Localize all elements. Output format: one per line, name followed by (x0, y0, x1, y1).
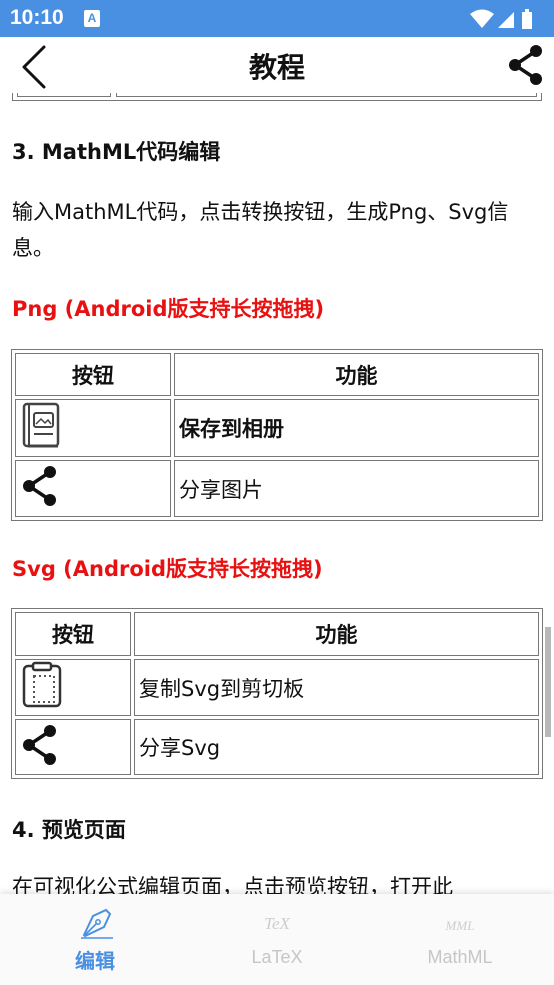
nav-tab-edit[interactable]: 编辑 (3, 894, 187, 985)
status-bar: 10:10 A (0, 0, 554, 37)
section-paragraph-preview: 在可视化公式编辑页面，点击预览按钮，打开此 (12, 875, 453, 894)
previous-table-bottom (12, 93, 542, 101)
wifi-icon (470, 9, 494, 28)
clipboard-icon[interactable] (20, 661, 64, 709)
share-button[interactable] (506, 43, 546, 87)
table-row: 分享Svg (15, 719, 539, 775)
svg-button-cell (15, 719, 131, 775)
share-icon (509, 45, 542, 85)
svg-function-copy: 复制Svg到剪切板 (134, 659, 539, 716)
status-icons (470, 9, 532, 29)
svg-header-function: 功能 (134, 612, 539, 656)
tex-icon: TeX (264, 914, 290, 933)
png-function-share: 分享图片 (174, 460, 539, 517)
share-icon[interactable] (20, 723, 60, 767)
tutorial-content[interactable]: 3. MathML代码编辑 输入MathML代码，点击转换按钮，生成Png、Sv… (0, 93, 554, 894)
png-button-cell (15, 399, 171, 457)
svg-header-button: 按钮 (15, 612, 131, 656)
section-heading-mathml-edit: 3. MathML代码编辑 (12, 140, 221, 164)
png-header-function: 功能 (174, 353, 539, 396)
nav-tab-mathml[interactable]: MML MathML (368, 894, 552, 985)
png-header-button: 按钮 (15, 353, 171, 396)
svg-table: 按钮 功能 复制Svg到剪切板 分享Svg (11, 608, 543, 779)
app-bar: 教程 (0, 37, 554, 93)
png-heading: Png (Android版支持长按拖拽) (12, 297, 325, 321)
nav-tab-latex[interactable]: TeX LaTeX (185, 894, 369, 985)
page-title: 教程 (248, 51, 305, 84)
table-row: 复制Svg到剪切板 (15, 659, 539, 716)
nav-label-mathml: MathML (427, 947, 493, 967)
status-time: 10:10 (10, 6, 64, 29)
svg-button-cell (15, 659, 131, 716)
signal-icon (498, 12, 514, 28)
png-table: 按钮 功能 保存到相册 分享图片 (11, 349, 543, 521)
pen-nib-icon (81, 908, 113, 939)
notification-icon: A (84, 10, 100, 27)
mml-icon: MML (445, 918, 475, 933)
share-icon[interactable] (20, 464, 60, 508)
svg-heading: Svg (Android版支持长按拖拽) (12, 557, 323, 581)
album-book-icon[interactable] (20, 401, 64, 451)
png-button-cell (15, 460, 171, 517)
section-heading-preview: 4. 预览页面 (12, 818, 126, 842)
svg-function-share: 分享Svg (134, 719, 539, 775)
png-function-save: 保存到相册 (174, 399, 539, 457)
nav-label-edit: 编辑 (75, 951, 115, 973)
section-paragraph-mathml-edit: 输入MathML代码，点击转换按钮，生成Png、Svg信息。 (12, 200, 509, 260)
scrollbar-thumb[interactable] (545, 627, 551, 737)
bottom-navigation: 编辑 TeX LaTeX MML MathML (0, 894, 554, 985)
battery-icon (522, 9, 532, 29)
table-row: 保存到相册 (15, 399, 539, 457)
table-row: 分享图片 (15, 460, 539, 517)
nav-label-latex: LaTeX (251, 947, 303, 967)
